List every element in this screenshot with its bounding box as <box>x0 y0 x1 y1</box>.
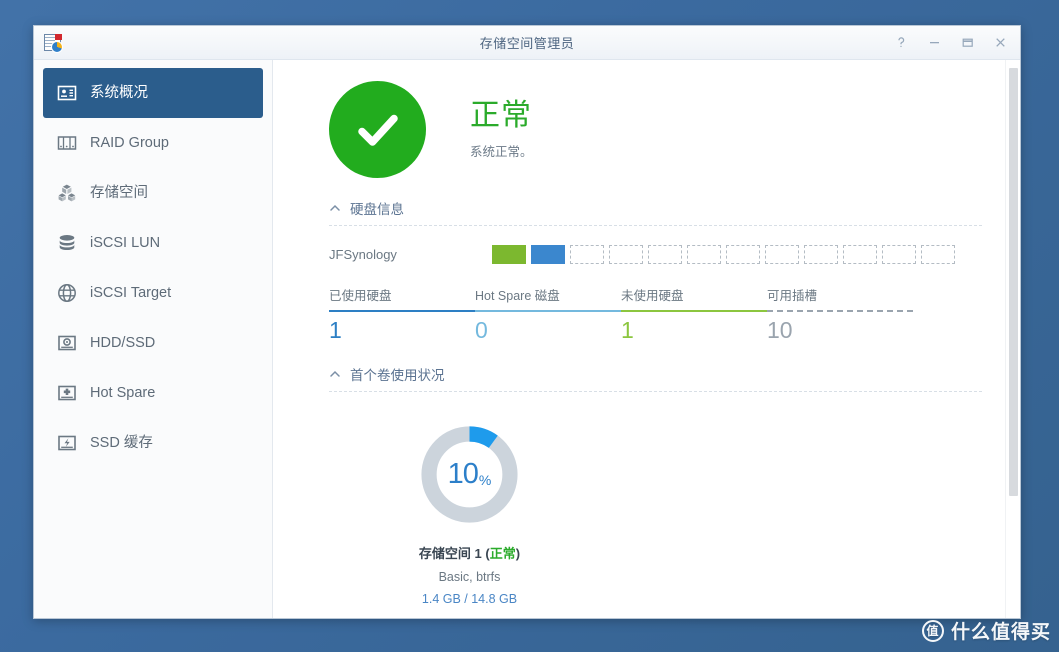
sidebar-item-hdd-ssd[interactable]: HDD/SSD <box>43 318 263 368</box>
stat-item: 可用插槽 10 <box>767 285 913 344</box>
disk-slot-unused[interactable] <box>492 245 526 264</box>
chevron-up-icon <box>329 202 341 214</box>
close-button[interactable] <box>985 30 1016 56</box>
volume-icon <box>56 182 78 204</box>
disk-slot-empty[interactable] <box>648 245 682 264</box>
stat-label: 可用插槽 <box>767 289 818 303</box>
sidebar: 系统概况 RAID Group 存储空间 iSCSI LUN iSCSI Tar… <box>34 60 273 618</box>
disk-info-section-header[interactable]: 硬盘信息 <box>329 198 982 226</box>
volume-size: 1.4 GB / 14.8 GB <box>421 592 518 606</box>
disk-slot-empty[interactable] <box>843 245 877 264</box>
sidebar-item-iscsi-lun[interactable]: iSCSI LUN <box>43 218 263 268</box>
sidebar-item-label: 存储空间 <box>90 184 148 201</box>
minimize-button[interactable] <box>919 30 950 56</box>
disk-slot-empty[interactable] <box>687 245 721 264</box>
disk-stats: 已使用硬盘 1 Hot Spare 磁盘 0 未使用硬盘 1 可用插槽 10 <box>329 285 982 344</box>
watermark: 值 什么值得买 <box>921 617 1051 644</box>
watermark-badge: 值 <box>921 619 944 642</box>
stat-rule <box>621 310 767 312</box>
stat-label: 已使用硬盘 <box>329 289 392 303</box>
watermark-text: 什么值得买 <box>950 622 1051 643</box>
stat-value: 10 <box>767 317 793 343</box>
disk-slot-empty[interactable] <box>921 245 955 264</box>
sidebar-item-iscsi-target[interactable]: iSCSI Target <box>43 268 263 318</box>
disk-slot-empty[interactable] <box>609 245 643 264</box>
disk-slot-used[interactable] <box>531 245 565 264</box>
content-pane: 正常 系统正常。 硬盘信息 JFSynology 已使用硬盘 1 Hot Spa… <box>273 60 1020 618</box>
stat-item: 未使用硬盘 1 <box>621 285 767 344</box>
maximize-button[interactable] <box>952 30 983 56</box>
sidebar-item-label: Hot Spare <box>90 384 156 401</box>
sidebar-item-volume[interactable]: 存储空间 <box>43 168 263 218</box>
stat-rule <box>475 310 621 312</box>
stat-label: 未使用硬盘 <box>621 289 684 303</box>
raid-group-icon <box>56 132 78 154</box>
sidebar-item-label: SSD 缓存 <box>90 434 153 451</box>
sidebar-item-label: iSCSI LUN <box>90 234 161 251</box>
stat-rule <box>767 310 913 312</box>
stat-item: Hot Spare 磁盘 0 <box>475 285 621 344</box>
volume-list: 10 % 存储空间 1 (正常) Basic, btrfs 1.4 GB / 1… <box>329 408 982 606</box>
volume-name-suffix: ) <box>515 546 521 561</box>
checkmark-icon <box>329 81 426 178</box>
status-title: 正常 <box>470 99 532 132</box>
stat-item: 已使用硬盘 1 <box>329 285 475 344</box>
window-body: 系统概况 RAID Group 存储空间 iSCSI LUN iSCSI Tar… <box>34 60 1020 618</box>
storage-manager-icon <box>43 33 63 53</box>
disk-slot-list <box>492 245 955 264</box>
volume-name-text: 存储空间 1 ( <box>418 546 490 561</box>
globe-icon <box>56 282 78 304</box>
sidebar-item-overview[interactable]: 系统概况 <box>43 68 263 118</box>
disk-slot-empty[interactable] <box>570 245 604 264</box>
disk-slot-empty[interactable] <box>726 245 760 264</box>
volume-status: 正常 <box>489 546 516 561</box>
disk-slot-empty[interactable] <box>765 245 799 264</box>
sidebar-item-label: iSCSI Target <box>90 284 172 301</box>
stat-value: 0 <box>475 317 488 343</box>
status-subtitle: 系统正常。 <box>470 145 533 159</box>
volume-card[interactable]: 10 % 存储空间 1 (正常) Basic, btrfs 1.4 GB / 1… <box>388 408 551 606</box>
sidebar-item-ssd-cache[interactable]: SSD 缓存 <box>43 418 263 468</box>
content-scrollbar[interactable] <box>1005 60 1020 618</box>
hot-spare-icon <box>56 382 78 404</box>
stat-value: 1 <box>621 317 634 343</box>
usage-percent: 10 <box>447 458 479 490</box>
scrollbar-thumb[interactable] <box>1009 68 1018 496</box>
stat-rule <box>329 310 475 312</box>
window-title: 存储空间管理员 <box>479 36 575 51</box>
sidebar-item-label: HDD/SSD <box>90 334 156 351</box>
disk-slot-empty[interactable] <box>882 245 916 264</box>
disk-enclosure-row: JFSynology <box>329 245 982 264</box>
usage-percent-unit: % <box>478 471 492 488</box>
sidebar-item-label: 系统概况 <box>90 84 148 101</box>
title-bar[interactable]: 存储空间管理员 <box>34 26 1020 60</box>
disk-slot-empty[interactable] <box>804 245 838 264</box>
application-window: 存储空间管理员 系统概况 RAID Group 存储空间 iSCSI LUN i… <box>33 25 1021 619</box>
section-title: 首个卷使用状况 <box>350 368 445 383</box>
chevron-up-icon <box>329 368 341 380</box>
enclosure-name: JFSynology <box>329 247 397 262</box>
window-controls <box>886 30 1016 56</box>
volume-name: 存储空间 1 (正常) <box>388 543 551 562</box>
volume-usage-section-header[interactable]: 首个卷使用状况 <box>329 364 982 392</box>
section-title: 硬盘信息 <box>350 202 404 217</box>
system-status: 正常 系统正常。 <box>329 60 982 178</box>
sidebar-item-hot-spare[interactable]: Hot Spare <box>43 368 263 418</box>
sidebar-item-raid-group[interactable]: RAID Group <box>43 118 263 168</box>
stat-value: 1 <box>329 317 342 343</box>
sidebar-item-label: RAID Group <box>90 134 169 151</box>
database-icon <box>56 232 78 254</box>
stat-label: Hot Spare 磁盘 <box>475 289 560 303</box>
ssd-cache-icon <box>56 432 78 454</box>
help-button[interactable] <box>886 30 917 56</box>
volume-type: Basic, btrfs <box>438 570 501 584</box>
volume-usage-donut: 10 % <box>418 423 521 526</box>
hdd-icon <box>56 332 78 354</box>
overview-icon <box>56 82 78 104</box>
